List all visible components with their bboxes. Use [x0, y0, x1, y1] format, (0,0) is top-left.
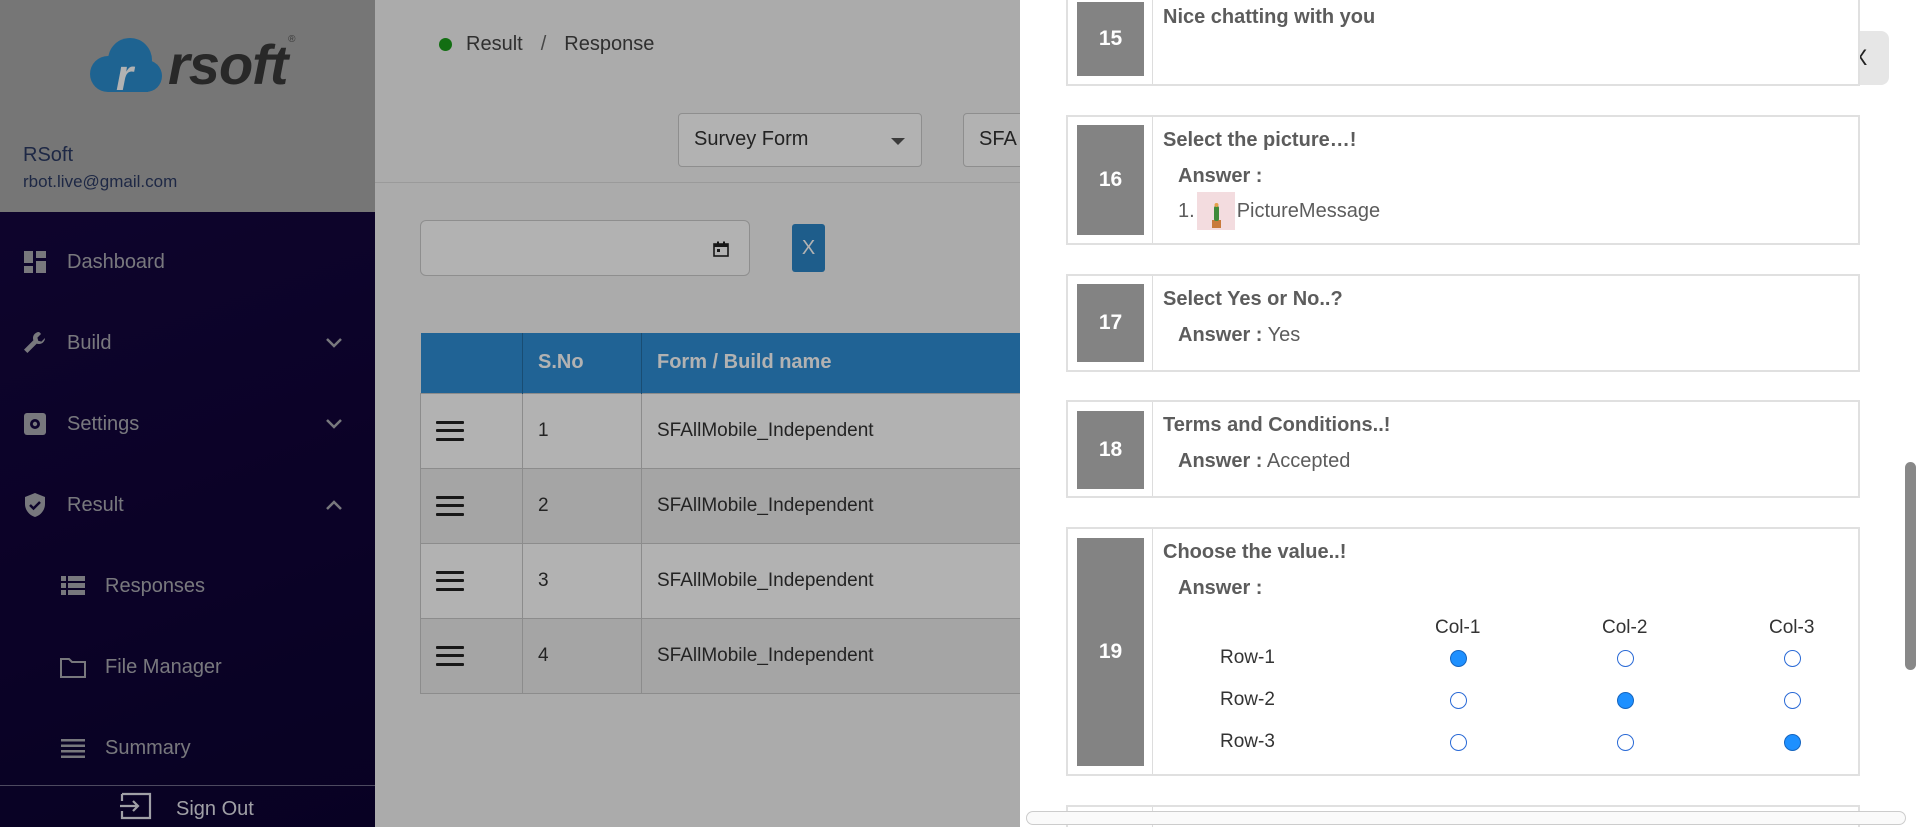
question-title: Nice chatting with you: [1163, 6, 1376, 28]
card-divider: [1152, 0, 1153, 84]
question-title: Select the picture…!: [1163, 129, 1357, 151]
question-number: 17: [1077, 284, 1144, 362]
question-title: Terms and Conditions..!: [1163, 414, 1391, 436]
grid-radio-selected[interactable]: [1450, 650, 1467, 667]
grid-radio[interactable]: [1784, 650, 1801, 667]
question-title: Choose the value..!: [1163, 541, 1347, 563]
question-card-16: 16 Select the picture…! Answer : 1. Pict…: [1066, 115, 1860, 245]
answer-row: Answer : Yes: [1178, 324, 1300, 347]
grid-radio-selected[interactable]: [1617, 692, 1634, 709]
grid-radio[interactable]: [1450, 692, 1467, 709]
grid-radio[interactable]: [1450, 734, 1467, 751]
grid-row-label: Row-3: [1220, 731, 1275, 752]
grid-radio-selected[interactable]: [1784, 734, 1801, 751]
grid-radio[interactable]: [1784, 692, 1801, 709]
grid-column-header: Col-3: [1769, 617, 1815, 638]
question-card-17: 17 Select Yes or No..? Answer : Yes: [1066, 274, 1860, 372]
card-divider: [1152, 529, 1153, 774]
grid-column-header: Col-1: [1435, 617, 1481, 638]
answer-label-text: Answer :: [1178, 577, 1263, 599]
grid-row-label: Row-1: [1220, 647, 1275, 668]
answer-index: 1.: [1178, 199, 1195, 222]
answer-value: PictureMessage: [1236, 199, 1381, 222]
answer-label-text: Answer :: [1178, 165, 1263, 187]
question-number: 15: [1077, 2, 1144, 76]
answer-label-text: Answer :: [1178, 450, 1263, 472]
grid-column-header: Col-2: [1602, 617, 1648, 638]
vertical-scrollbar-thumb[interactable]: [1905, 462, 1916, 670]
card-divider: [1152, 276, 1153, 370]
grid-row-label: Row-2: [1220, 689, 1275, 710]
grid-radio[interactable]: [1617, 650, 1634, 667]
answer-value: Accepted: [1266, 450, 1351, 472]
answer-label-text: Answer :: [1178, 324, 1263, 346]
grid-radio[interactable]: [1617, 734, 1634, 751]
horizontal-scrollbar[interactable]: [1026, 811, 1906, 825]
question-card-19: 19 Choose the value..! Answer : Col-1 Co…: [1066, 527, 1860, 776]
answer-row: Answer : Accepted: [1178, 450, 1350, 473]
response-detail-drawer: X 15 Nice chatting with you 16 Select th…: [1020, 0, 1920, 827]
question-title: Select Yes or No..?: [1163, 288, 1343, 310]
answer-value: Yes: [1267, 324, 1301, 346]
answer-label: Answer :: [1178, 165, 1262, 188]
question-card-18: 18 Terms and Conditions..! Answer : Acce…: [1066, 400, 1860, 498]
cactus-image-icon: [1196, 192, 1235, 230]
card-divider: [1152, 117, 1153, 243]
question-number: 19: [1077, 538, 1144, 766]
question-card-15: 15 Nice chatting with you: [1066, 0, 1860, 86]
picture-answer: 1. PictureMessage: [1178, 192, 1380, 230]
answer-label: Answer :: [1178, 577, 1262, 600]
question-number: 18: [1077, 411, 1144, 489]
card-divider: [1152, 402, 1153, 496]
question-number: 16: [1077, 125, 1144, 235]
